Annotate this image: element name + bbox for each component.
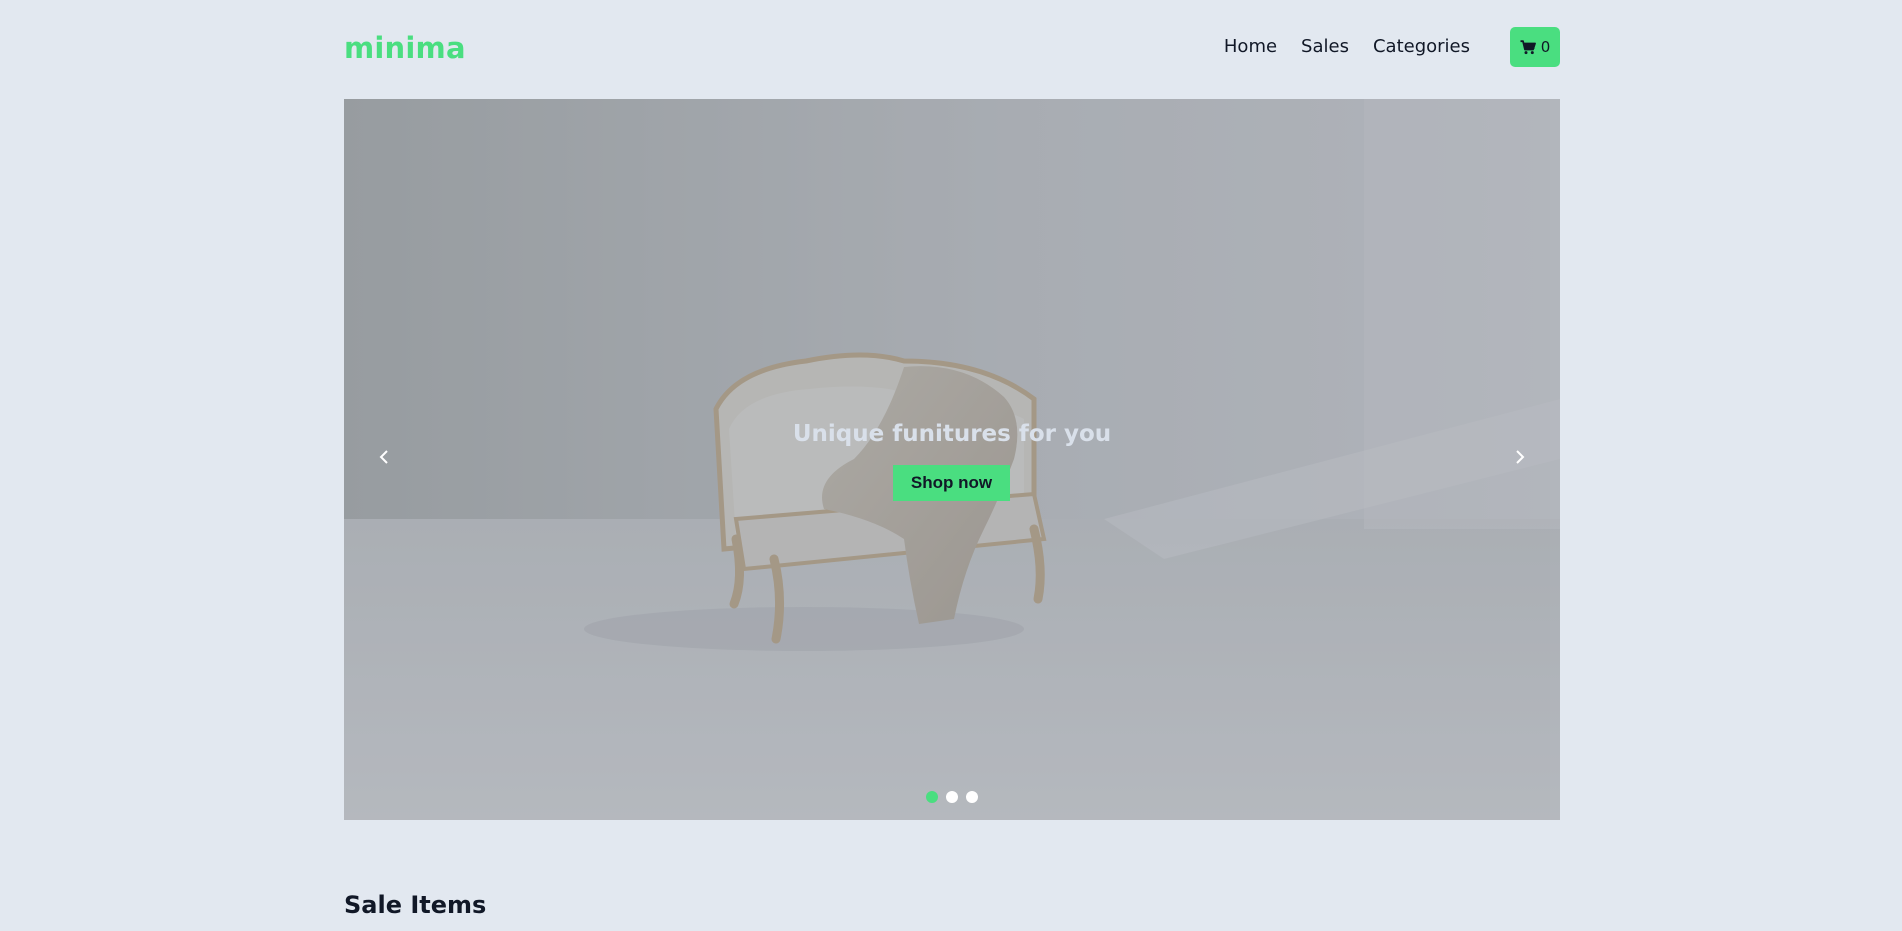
shopping-cart-icon <box>1520 39 1536 55</box>
brand-logo[interactable]: minima <box>344 30 466 66</box>
carousel-dot-3[interactable] <box>966 791 978 803</box>
nav-link-categories[interactable]: Categories <box>1373 36 1470 58</box>
hero-carousel: Unique funitures for you Shop now <box>344 99 1560 820</box>
nav-link-sales[interactable]: Sales <box>1301 36 1349 58</box>
carousel-prev-button[interactable] <box>372 447 396 471</box>
cart-count: 0 <box>1540 38 1551 56</box>
carousel-dot-1[interactable] <box>926 791 938 803</box>
sale-items-heading: Sale Items <box>344 891 487 919</box>
hero-overlay <box>344 99 1560 820</box>
shop-now-button[interactable]: Shop now <box>893 465 1010 501</box>
carousel-next-button[interactable] <box>1508 447 1532 471</box>
cart-button[interactable]: 0 <box>1510 27 1560 67</box>
nav-links: Home Sales Categories <box>1224 36 1470 58</box>
chevron-right-icon <box>1515 449 1525 469</box>
carousel-indicators <box>926 791 978 803</box>
navbar: minima Home Sales Categories 0 <box>344 27 1560 67</box>
chevron-left-icon <box>379 449 389 469</box>
nav-link-home[interactable]: Home <box>1224 36 1277 58</box>
carousel-dot-2[interactable] <box>946 791 958 803</box>
hero-title: Unique funitures for you <box>792 421 1112 447</box>
